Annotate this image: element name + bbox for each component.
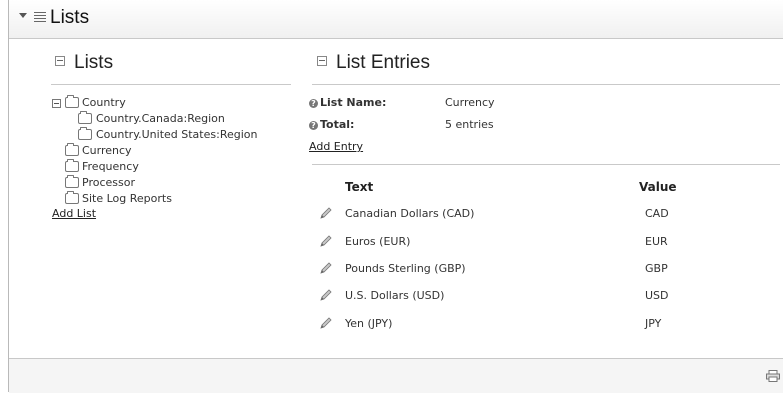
entry-value: CAD — [645, 207, 669, 220]
table-row: Yen (JPY) JPY — [319, 315, 759, 335]
entry-text: Yen (JPY) — [345, 317, 393, 330]
total-label: ? Total: — [309, 118, 354, 131]
entries-divider — [312, 84, 780, 85]
collapse-icon[interactable] — [317, 55, 327, 66]
entry-value: USD — [645, 289, 669, 302]
edit-pencil-icon[interactable] — [319, 206, 333, 220]
tree-collapse-icon[interactable] — [52, 99, 61, 108]
list-entries-heading: List Entries — [317, 52, 430, 74]
folder-icon — [65, 159, 79, 172]
column-header-value: Value — [639, 180, 677, 194]
edit-pencil-icon[interactable] — [319, 316, 333, 330]
entry-text: Euros (EUR) — [345, 235, 411, 248]
help-icon[interactable]: ? — [309, 99, 318, 108]
add-entry-link[interactable]: Add Entry — [309, 140, 363, 153]
list-lines-icon — [34, 12, 46, 24]
help-icon[interactable]: ? — [309, 121, 318, 130]
add-list-link[interactable]: Add List — [52, 207, 96, 220]
total-value: 5 entries — [445, 118, 494, 131]
lists-divider — [51, 84, 291, 85]
folder-icon — [78, 111, 92, 124]
list-meta: ? List Name: Currency ? Total: 5 entries A… — [309, 96, 709, 156]
table-row: Pounds Sterling (GBP) GBP — [319, 260, 759, 280]
tree-label: Currency — [82, 144, 132, 157]
module-titlebar: Lists — [9, 0, 783, 39]
entry-text: U.S. Dollars (USD) — [345, 289, 445, 302]
table-row: Euros (EUR) EUR — [319, 233, 759, 253]
folder-icon — [65, 95, 79, 108]
module-title: Lists — [50, 7, 90, 28]
tree-label: Country.Canada:Region — [96, 112, 225, 125]
print-icon[interactable] — [766, 370, 780, 382]
lists-heading: Lists — [55, 52, 113, 74]
module-footer — [9, 358, 783, 393]
entry-value: JPY — [645, 317, 662, 330]
tree-label: Site Log Reports — [82, 192, 172, 205]
lists-heading-label: Lists — [74, 52, 114, 73]
tree-label: Processor — [82, 176, 135, 189]
folder-icon — [65, 191, 79, 204]
entries-meta-divider — [312, 164, 780, 165]
lists-module: Lists Lists Country Country.Canada:Regio… — [8, 0, 783, 393]
list-name-label: ? List Name: — [309, 96, 386, 109]
column-header-text: Text — [345, 180, 374, 194]
edit-pencil-icon[interactable] — [319, 234, 333, 248]
table-row: U.S. Dollars (USD) USD — [319, 287, 759, 307]
entry-value: GBP — [645, 262, 668, 275]
tree-label: Frequency — [82, 160, 139, 173]
folder-icon — [65, 175, 79, 188]
caret-down-icon[interactable] — [19, 13, 27, 18]
entry-text: Pounds Sterling (GBP) — [345, 262, 466, 275]
list-name-value: Currency — [445, 96, 495, 109]
collapse-icon[interactable] — [55, 55, 65, 66]
tree-label: Country.United States:Region — [96, 128, 258, 141]
entry-value: EUR — [645, 235, 668, 248]
edit-pencil-icon[interactable] — [319, 288, 333, 302]
tree-label: Country — [82, 96, 126, 109]
edit-pencil-icon[interactable] — [319, 261, 333, 275]
lists-tree: Country Country.Canada:Region Country.Un… — [52, 95, 312, 226]
table-row: Canadian Dollars (CAD) CAD — [319, 205, 759, 225]
folder-icon — [65, 143, 79, 156]
list-entries-heading-label: List Entries — [336, 52, 430, 73]
entry-text: Canadian Dollars (CAD) — [345, 207, 475, 220]
folder-icon — [78, 127, 92, 140]
